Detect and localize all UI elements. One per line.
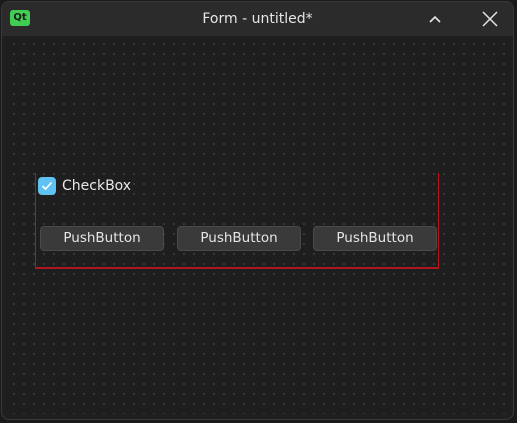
title-bar[interactable]: Qt Form - untitled* [2,2,513,36]
push-button-3[interactable]: PushButton [313,226,437,251]
checkbox-indicator[interactable] [38,177,56,195]
chevron-up-icon [429,15,441,23]
collapse-button[interactable] [413,2,457,36]
checkbox-label: CheckBox [62,178,132,194]
form-canvas[interactable]: CheckBox PushButton PushButton PushButto… [6,36,511,414]
push-button-1[interactable]: PushButton [40,226,164,251]
push-button-2[interactable]: PushButton [177,226,301,251]
close-icon [482,11,498,27]
checkmark-icon [41,181,53,191]
close-button[interactable] [468,2,512,36]
checkbox[interactable]: CheckBox [38,176,131,196]
designer-form-window: Qt Form - untitled* CheckBox PushButton [1,1,514,420]
